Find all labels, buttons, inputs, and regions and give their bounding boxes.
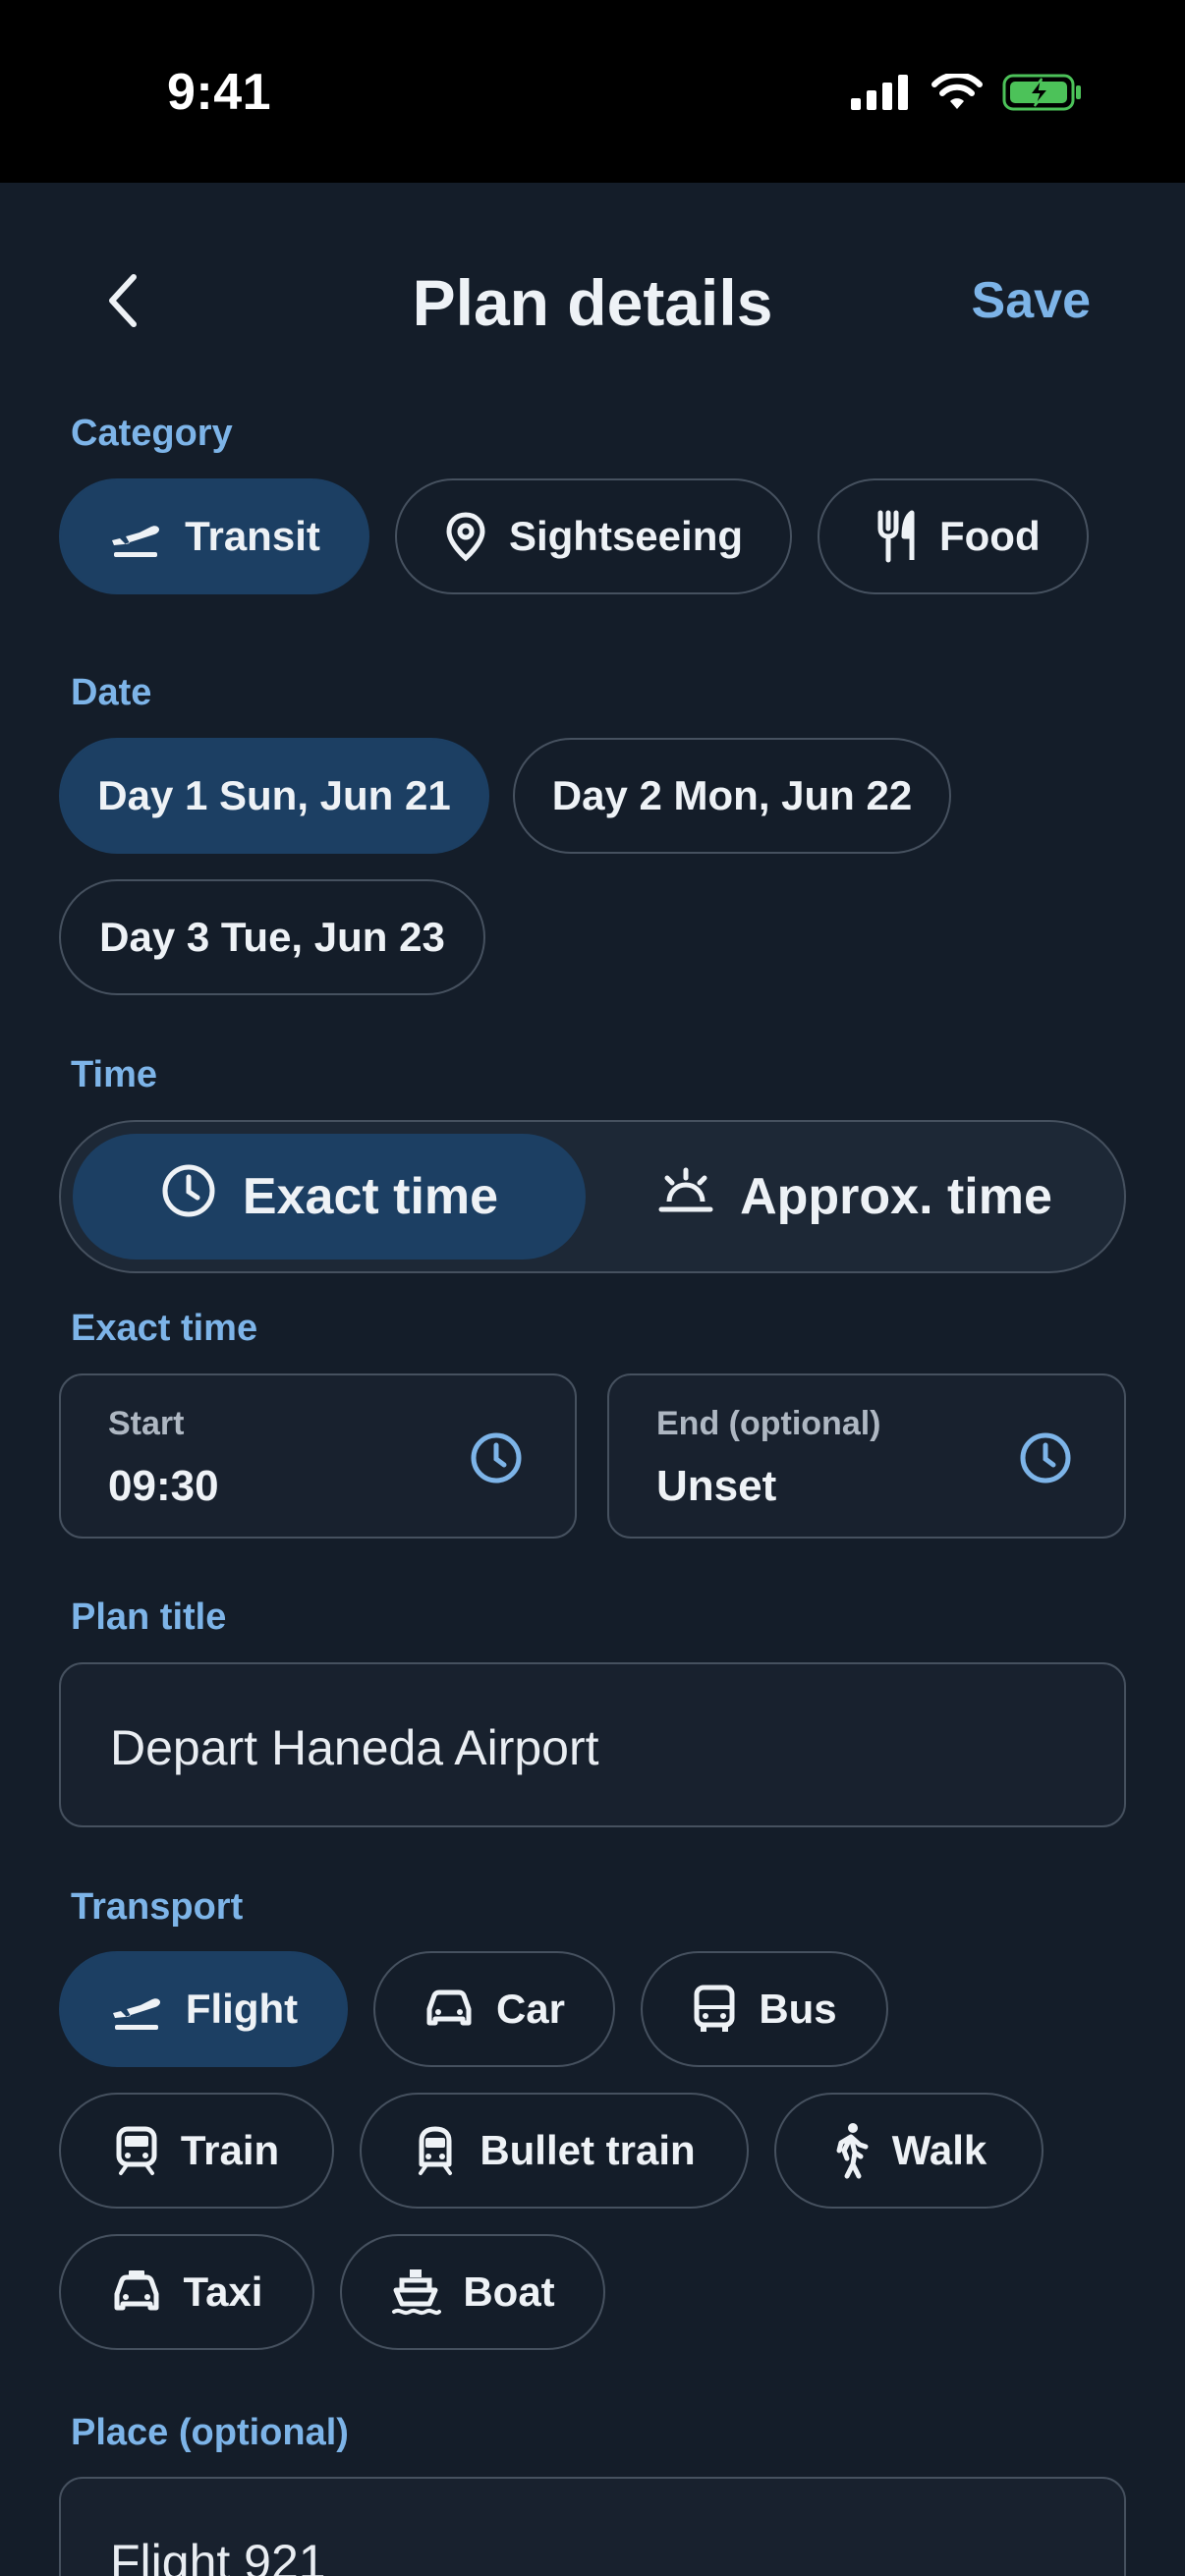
start-time-value: 09:30 <box>108 1462 219 1510</box>
plane-departure-icon <box>108 515 163 558</box>
category-chip-transit[interactable]: Transit <box>59 478 369 594</box>
date-chip-day-1[interactable]: Day 1 Sun, Jun 21 <box>59 738 489 854</box>
transport-chip-bus[interactable]: Bus <box>641 1951 888 2067</box>
clock-icon <box>469 1430 524 1490</box>
date-chip-day-2[interactable]: Day 2 Mon, Jun 22 <box>513 738 951 854</box>
header: Plan details Save <box>0 183 1185 419</box>
date-label: Date <box>71 672 152 713</box>
end-time-field[interactable]: End (optional) Unset <box>607 1373 1126 1539</box>
chip-label: Food <box>939 513 1041 559</box>
chip-label: Day 2 Mon, Jun 22 <box>551 772 913 818</box>
plane-departure-icon <box>109 1988 164 2031</box>
category-label: Category <box>71 413 233 454</box>
chip-label: Day 3 Tue, Jun 23 <box>99 914 445 960</box>
map-pin-icon <box>444 511 487 562</box>
chip-label: Taxi <box>183 2268 263 2315</box>
status-bar: 9:41 <box>0 0 1185 183</box>
fork-knife-icon <box>876 509 918 564</box>
car-icon <box>423 1988 475 2031</box>
chip-label: Bus <box>759 1986 837 2032</box>
start-time-label: Start <box>108 1405 185 1442</box>
time-label: Time <box>71 1054 158 1095</box>
transport-chip-boat[interactable]: Boat <box>340 2234 605 2350</box>
chip-label: Car <box>495 1986 566 2032</box>
status-icons <box>851 73 1083 112</box>
start-time-field[interactable]: Start 09:30 <box>59 1373 577 1539</box>
date-chip-day-3[interactable]: Day 3 Tue, Jun 23 <box>59 879 485 995</box>
exact-time-option-label: Exact time <box>242 1168 499 1225</box>
place-value: Flight 921 <box>110 2535 326 2576</box>
signal-icon <box>851 75 908 110</box>
wifi-icon <box>931 74 983 109</box>
battery-charging-icon <box>1002 74 1081 111</box>
clock-icon <box>1018 1430 1073 1490</box>
walk-icon <box>831 2121 871 2180</box>
chip-label: Sightseeing <box>508 513 744 559</box>
end-time-value: Unset <box>656 1462 777 1510</box>
bus-icon <box>692 1984 737 2035</box>
transport-chip-car[interactable]: Car <box>373 1951 615 2067</box>
plan-title-input[interactable]: Depart Haneda Airport <box>59 1662 1126 1827</box>
chip-label: Bullet train <box>480 2127 696 2173</box>
boat-icon <box>390 2267 442 2318</box>
category-chip-food[interactable]: Food <box>818 478 1089 594</box>
transport-chip-taxi[interactable]: Taxi <box>59 2234 314 2350</box>
chip-label: Flight <box>185 1986 299 2032</box>
transport-label: Transport <box>71 1886 244 1928</box>
chip-label: Boat <box>463 2268 555 2315</box>
end-time-label: End (optional) <box>656 1405 881 1442</box>
clock-icon <box>160 1162 217 1232</box>
transport-chip-train[interactable]: Train <box>59 2093 334 2209</box>
chip-label: Walk <box>891 2127 988 2173</box>
chip-label: Train <box>180 2127 280 2173</box>
transport-chip-bullet-train[interactable]: Bullet train <box>360 2093 749 2209</box>
taxi-icon <box>111 2268 162 2316</box>
plan-title-value: Depart Haneda Airport <box>110 1720 599 1775</box>
category-chip-sightseeing[interactable]: Sightseeing <box>395 478 792 594</box>
approx-time-option[interactable]: Approx. time <box>597 1134 1112 1260</box>
sunrise-icon <box>657 1166 714 1228</box>
plan-title-label: Plan title <box>71 1596 227 1638</box>
exact-time-label: Exact time <box>71 1308 258 1349</box>
exact-time-option[interactable]: Exact time <box>73 1134 586 1260</box>
place-input[interactable]: Flight 921 <box>59 2477 1126 2576</box>
transport-chip-walk[interactable]: Walk <box>774 2093 1044 2209</box>
train-icon <box>114 2125 159 2176</box>
place-label: Place (optional) <box>71 2412 349 2453</box>
approx-time-option-label: Approx. time <box>740 1168 1052 1225</box>
save-button[interactable]: Save <box>972 271 1091 330</box>
transport-chip-flight[interactable]: Flight <box>59 1951 348 2067</box>
bullet-train-icon <box>413 2125 458 2176</box>
status-time: 9:41 <box>167 64 272 121</box>
chip-label: Day 1 Sun, Jun 21 <box>97 772 451 818</box>
time-mode-toggle: Exact time Approx. time <box>59 1120 1126 1273</box>
chip-label: Transit <box>185 513 320 559</box>
